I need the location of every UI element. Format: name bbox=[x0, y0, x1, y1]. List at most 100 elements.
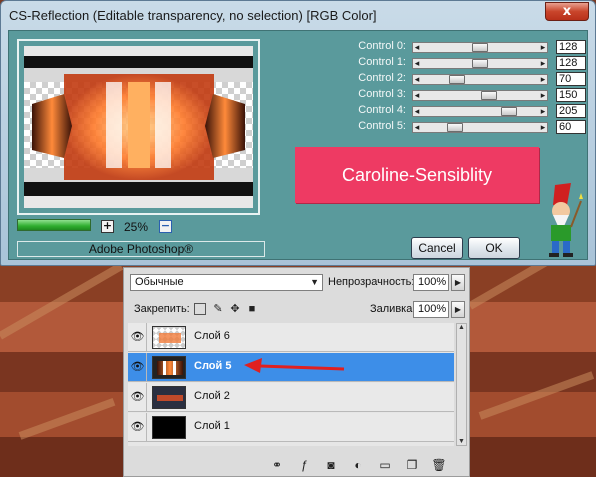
progress-bar bbox=[17, 219, 91, 231]
ok-button[interactable]: OK bbox=[468, 237, 520, 259]
opacity-field[interactable]: 100% bbox=[413, 274, 449, 291]
eye-icon[interactable]: 👁 bbox=[129, 413, 147, 441]
layer-thumbnail bbox=[152, 356, 186, 379]
slider-thumb[interactable] bbox=[501, 107, 517, 116]
control-value-field[interactable]: 150 bbox=[556, 88, 586, 102]
control-value-field[interactable]: 205 bbox=[556, 104, 586, 118]
watermark-label: Caroline-Sensiblity bbox=[295, 147, 539, 203]
arrow-right-icon[interactable]: ▸ bbox=[539, 74, 547, 85]
arrow-left-icon[interactable]: ◂ bbox=[413, 106, 421, 117]
control-slider[interactable]: ◂ ▸ bbox=[412, 42, 548, 53]
layers-bottom-bar: ⚭ ƒ ◙ ◐ ▭ ❐ 🗑 bbox=[124, 454, 469, 476]
control-slider[interactable]: ◂ ▸ bbox=[412, 122, 548, 133]
zoom-value: 25% bbox=[124, 220, 149, 234]
arrow-right-icon[interactable]: ▸ bbox=[539, 42, 547, 53]
opacity-arrow-icon[interactable]: ▶ bbox=[451, 274, 465, 291]
control-label: Control 0: bbox=[358, 40, 406, 52]
arrow-left-icon[interactable]: ◂ bbox=[413, 58, 421, 69]
trash-icon[interactable]: 🗑 bbox=[431, 457, 447, 473]
control-row-0: Control 0: ◂ ▸ 128 bbox=[346, 39, 586, 55]
arrow-left-icon[interactable]: ◂ bbox=[413, 122, 421, 133]
eye-icon[interactable]: 👁 bbox=[129, 383, 147, 411]
control-label: Control 5: bbox=[358, 120, 406, 132]
blend-mode-value: Обычные bbox=[135, 276, 184, 288]
preview-image[interactable] bbox=[24, 46, 253, 208]
eye-icon[interactable]: 👁 bbox=[129, 353, 147, 381]
lock-brush-icon[interactable]: ✎ bbox=[212, 303, 224, 315]
lock-label: Закрепить: bbox=[134, 303, 190, 315]
layer-row[interactable]: 👁 Слой 2 bbox=[128, 383, 454, 412]
zoom-in-button[interactable]: + bbox=[101, 220, 114, 233]
new-group-icon[interactable]: ▭ bbox=[377, 457, 393, 473]
arrow-left-icon[interactable]: ◂ bbox=[413, 74, 421, 85]
red-arrow-icon bbox=[244, 358, 345, 373]
layer-list: 👁 Слой 6 👁 Слой 5 👁 Слой 2 👁 Слой 1 bbox=[128, 323, 454, 446]
control-row-3: Control 3: ◂ ▸ 150 bbox=[346, 87, 586, 103]
arrow-right-icon[interactable]: ▸ bbox=[539, 58, 547, 69]
control-value-field[interactable]: 60 bbox=[556, 120, 586, 134]
arrow-right-icon[interactable]: ▸ bbox=[539, 90, 547, 101]
arrow-left-icon[interactable]: ◂ bbox=[413, 90, 421, 101]
control-label: Control 4: bbox=[358, 104, 406, 116]
lock-move-icon[interactable]: ✥ bbox=[229, 303, 241, 315]
add-mask-icon[interactable]: ◙ bbox=[323, 457, 339, 473]
link-layers-icon[interactable]: ⚭ bbox=[269, 457, 285, 473]
layer-thumbnail bbox=[152, 326, 186, 349]
progress-fill bbox=[18, 220, 90, 230]
control-row-2: Control 2: ◂ ▸ 70 bbox=[346, 71, 586, 87]
slider-thumb[interactable] bbox=[472, 43, 488, 52]
control-label: Control 1: bbox=[358, 56, 406, 68]
fill-label: Заливка: bbox=[370, 303, 416, 315]
layer-thumbnail bbox=[152, 386, 186, 409]
eye-icon[interactable]: 👁 bbox=[129, 323, 147, 351]
layer-row[interactable]: 👁 Слой 1 bbox=[128, 413, 454, 442]
titlebar[interactable]: CS-Reflection (Editable transparency, no… bbox=[1, 1, 595, 31]
layer-thumbnail bbox=[152, 416, 186, 439]
zoom-out-button[interactable]: − bbox=[159, 220, 172, 233]
lock-all-icon[interactable]: ■ bbox=[246, 303, 258, 315]
arrow-right-icon[interactable]: ▸ bbox=[539, 122, 547, 133]
cancel-button[interactable]: Cancel bbox=[411, 237, 463, 259]
control-value-field[interactable]: 70 bbox=[556, 72, 586, 86]
control-slider[interactable]: ◂ ▸ bbox=[412, 58, 548, 69]
layer-name: Слой 1 bbox=[194, 420, 230, 432]
slider-thumb[interactable] bbox=[447, 123, 463, 132]
slider-thumb[interactable] bbox=[481, 91, 497, 100]
adjustment-layer-icon[interactable]: ◐ bbox=[350, 457, 366, 473]
gnome-mascot-icon bbox=[541, 181, 585, 259]
scroll-down-icon[interactable]: ▼ bbox=[457, 438, 466, 445]
layers-scrollbar[interactable]: ▲ ▼ bbox=[456, 323, 467, 446]
cs-reflection-dialog: CS-Reflection (Editable transparency, no… bbox=[0, 0, 596, 266]
control-slider[interactable]: ◂ ▸ bbox=[412, 90, 548, 101]
layer-name: Слой 6 bbox=[194, 330, 230, 342]
control-row-1: Control 1: ◂ ▸ 128 bbox=[346, 55, 586, 71]
control-value-field[interactable]: 128 bbox=[556, 40, 586, 54]
layer-row[interactable]: 👁 Слой 6 bbox=[128, 323, 454, 352]
control-slider[interactable]: ◂ ▸ bbox=[412, 106, 548, 117]
control-slider[interactable]: ◂ ▸ bbox=[412, 74, 548, 85]
arrow-right-icon[interactable]: ▸ bbox=[539, 106, 547, 117]
layer-name: Слой 2 bbox=[194, 390, 230, 402]
slider-thumb[interactable] bbox=[449, 75, 465, 84]
control-row-5: Control 5: ◂ ▸ 60 bbox=[346, 119, 586, 135]
arrow-left-icon[interactable]: ◂ bbox=[413, 42, 421, 53]
scroll-up-icon[interactable]: ▲ bbox=[457, 324, 466, 331]
control-label: Control 3: bbox=[358, 88, 406, 100]
preview-frame bbox=[17, 39, 260, 215]
control-value-field[interactable]: 128 bbox=[556, 56, 586, 70]
layer-style-icon[interactable]: ƒ bbox=[296, 457, 312, 473]
lock-transparency-icon[interactable] bbox=[194, 303, 206, 315]
adobe-photoshop-label: Adobe Photoshop® bbox=[17, 241, 265, 257]
control-row-4: Control 4: ◂ ▸ 205 bbox=[346, 103, 586, 119]
blend-mode-select[interactable]: Обычные ▼ bbox=[130, 274, 323, 291]
dialog-client: + 25% − Adobe Photoshop® Control 0: ◂ ▸ 128… bbox=[8, 30, 588, 260]
fill-field[interactable]: 100% bbox=[413, 301, 449, 318]
new-layer-icon[interactable]: ❐ bbox=[404, 457, 420, 473]
opacity-label: Непрозрачность: bbox=[328, 276, 415, 288]
close-button[interactable]: x bbox=[545, 2, 589, 21]
control-label: Control 2: bbox=[358, 72, 406, 84]
slider-thumb[interactable] bbox=[472, 59, 488, 68]
window-title: CS-Reflection (Editable transparency, no… bbox=[9, 8, 377, 23]
chevron-down-icon: ▼ bbox=[310, 277, 319, 287]
fill-arrow-icon[interactable]: ▶ bbox=[451, 301, 465, 318]
